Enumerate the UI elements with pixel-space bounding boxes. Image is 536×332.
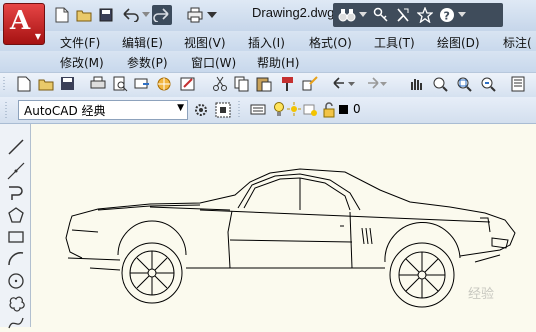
menu-draw[interactable]: 绘图(D) [437, 34, 480, 51]
rectangle-icon[interactable] [7, 228, 25, 246]
new-icon[interactable] [16, 76, 32, 92]
undo-icon[interactable] [120, 5, 140, 25]
document-title: Drawing2.dwg [252, 5, 335, 20]
new-icon[interactable] [52, 5, 72, 25]
autocad-logo-icon: A [10, 6, 31, 36]
redo-dropdown-icon[interactable] [380, 76, 388, 92]
draw-toolbar [0, 124, 31, 329]
menu-tools[interactable]: 工具(T) [374, 34, 415, 51]
toolbar-grip[interactable] [3, 76, 7, 92]
chevron-down-icon: ▼ [177, 103, 184, 113]
circle-icon[interactable] [7, 272, 25, 290]
layer-color-swatch [339, 105, 348, 114]
help-dropdown-icon[interactable] [457, 5, 467, 25]
chevron-down-icon: ▼ [34, 32, 41, 41]
save-icon[interactable] [96, 5, 116, 25]
workspace-toolbar-icon[interactable] [215, 102, 231, 118]
menu-bar-row-2: 修改(M) 参数(P) 窗口(W) 帮助(H) [0, 51, 536, 72]
match-properties-icon[interactable] [280, 76, 296, 92]
undo-icon[interactable] [332, 76, 348, 92]
layer-viewport-freeze-icon[interactable] [303, 101, 319, 119]
publish-icon[interactable] [134, 76, 150, 92]
paste-icon[interactable] [256, 76, 272, 92]
qat-dropdown-icon[interactable] [205, 5, 219, 25]
copy-icon[interactable] [234, 76, 250, 92]
polygon-icon[interactable] [7, 206, 25, 224]
title-bar: Drawing2.dwg ? [0, 0, 536, 32]
pan-icon[interactable] [408, 76, 424, 92]
revision-cloud-icon[interactable] [7, 294, 25, 312]
car-drawing: 经验 [65, 168, 516, 308]
polyline-icon[interactable] [7, 184, 25, 202]
help-icon[interactable]: ? [437, 5, 457, 25]
cut-icon[interactable] [212, 76, 228, 92]
toolbar-grip[interactable] [238, 100, 242, 120]
layer-properties-icon[interactable] [250, 102, 268, 118]
workspace-select-value: AutoCAD 经典 [24, 104, 106, 118]
standard-toolbar [0, 72, 536, 98]
favorites-star-icon[interactable] [415, 5, 435, 25]
communication-center-icon[interactable] [393, 5, 413, 25]
zoom-window-icon[interactable] [456, 76, 472, 92]
menu-format[interactable]: 格式(O) [309, 34, 352, 51]
menu-dimension[interactable]: 标注( [503, 34, 532, 51]
infocenter-toolbar: ? [333, 3, 503, 27]
toolbar-grip[interactable] [5, 101, 9, 119]
open-icon[interactable] [74, 5, 94, 25]
menu-edit[interactable]: 编辑(E) [122, 34, 163, 51]
search-dropdown-icon[interactable] [358, 5, 368, 25]
menu-parameters[interactable]: 参数(P) [127, 54, 168, 71]
arc-icon[interactable] [7, 250, 25, 268]
menu-help[interactable]: 帮助(H) [257, 54, 299, 71]
undo-dropdown-icon[interactable] [348, 76, 356, 92]
zoom-realtime-icon[interactable] [432, 76, 448, 92]
current-layer-name: 0 [353, 102, 361, 116]
redo-icon[interactable] [364, 76, 380, 92]
block-editor-icon[interactable] [302, 76, 318, 92]
key-icon[interactable] [371, 5, 391, 25]
construction-line-icon[interactable] [7, 162, 25, 180]
line-icon[interactable] [7, 138, 25, 156]
workspace-select[interactable]: AutoCAD 经典 ▼ [18, 100, 188, 120]
zoom-previous-icon[interactable] [480, 76, 496, 92]
3d-dwf-icon[interactable] [156, 76, 172, 92]
workspaces-layers-toolbar: AutoCAD 经典 ▼ 0 [0, 97, 536, 124]
workspace-settings-gear-icon[interactable] [193, 102, 209, 118]
drawing-canvas[interactable]: 经验 [31, 124, 536, 327]
application-menu-button[interactable]: A ▼ [3, 3, 45, 45]
plot-preview-icon[interactable] [112, 76, 128, 92]
layer-on-lightbulb-icon[interactable] [273, 101, 285, 119]
properties-icon[interactable] [510, 76, 526, 92]
binoculars-icon[interactable] [337, 5, 357, 25]
spline-icon[interactable] [7, 314, 25, 332]
menu-modify[interactable]: 修改(M) [60, 54, 104, 71]
menu-view[interactable]: 视图(V) [184, 34, 226, 51]
plot-icon[interactable] [90, 76, 106, 92]
save-icon[interactable] [60, 76, 76, 92]
menu-bar-row-1: 文件(F) 编辑(E) 视图(V) 插入(I) 格式(O) 工具(T) 绘图(D… [0, 31, 536, 52]
open-icon[interactable] [38, 76, 54, 92]
menu-file[interactable]: 文件(F) [60, 34, 100, 51]
menu-insert[interactable]: 插入(I) [248, 34, 285, 51]
layer-unlock-padlock-icon[interactable] [322, 101, 336, 119]
watermark-text: 经验 [468, 286, 494, 302]
design-center-icon[interactable] [180, 76, 196, 92]
undo-dropdown-icon[interactable] [141, 5, 151, 25]
redo-icon[interactable] [152, 5, 172, 25]
svg-text:?: ? [444, 10, 450, 23]
plot-icon[interactable] [185, 5, 205, 25]
layer-thaw-sun-icon[interactable] [287, 101, 301, 119]
menu-window[interactable]: 窗口(W) [191, 54, 236, 71]
